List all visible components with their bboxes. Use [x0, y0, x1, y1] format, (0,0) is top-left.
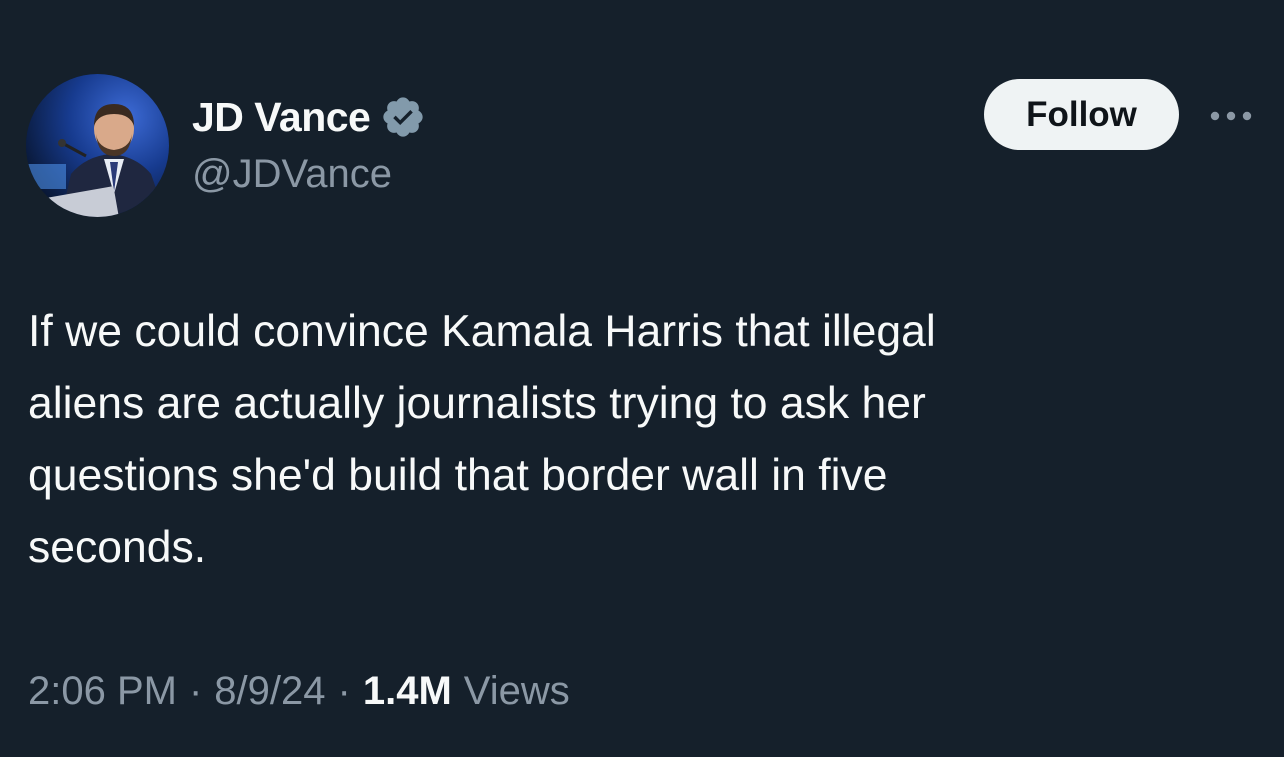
tweet-metadata: 2:06 PM · 8/9/24 · 1.4M Views — [28, 664, 570, 718]
views-count[interactable]: 1.4M — [363, 669, 452, 714]
avatar-image — [26, 74, 169, 217]
author-name-row: JD Vance — [192, 92, 426, 142]
avatar[interactable] — [26, 74, 169, 217]
more-horizontal-icon — [1210, 111, 1252, 121]
meta-separator: · — [188, 668, 203, 713]
more-options-button[interactable] — [1206, 98, 1256, 134]
author-handle[interactable]: @JDVance — [192, 152, 392, 197]
tweet-time[interactable]: 2:06 PM — [28, 669, 177, 714]
tweet-date[interactable]: 8/9/24 — [214, 669, 325, 714]
meta-separator: · — [337, 668, 351, 713]
follow-button[interactable]: Follow — [984, 79, 1179, 150]
author-display-name[interactable]: JD Vance — [192, 94, 371, 141]
tweet-text: If we could convince Kamala Harris that … — [28, 307, 936, 572]
views-label[interactable]: Views — [464, 669, 570, 714]
tweet-card: JD Vance @JDVance Follow If we could con… — [0, 0, 1284, 757]
verified-badge-icon — [383, 97, 423, 137]
